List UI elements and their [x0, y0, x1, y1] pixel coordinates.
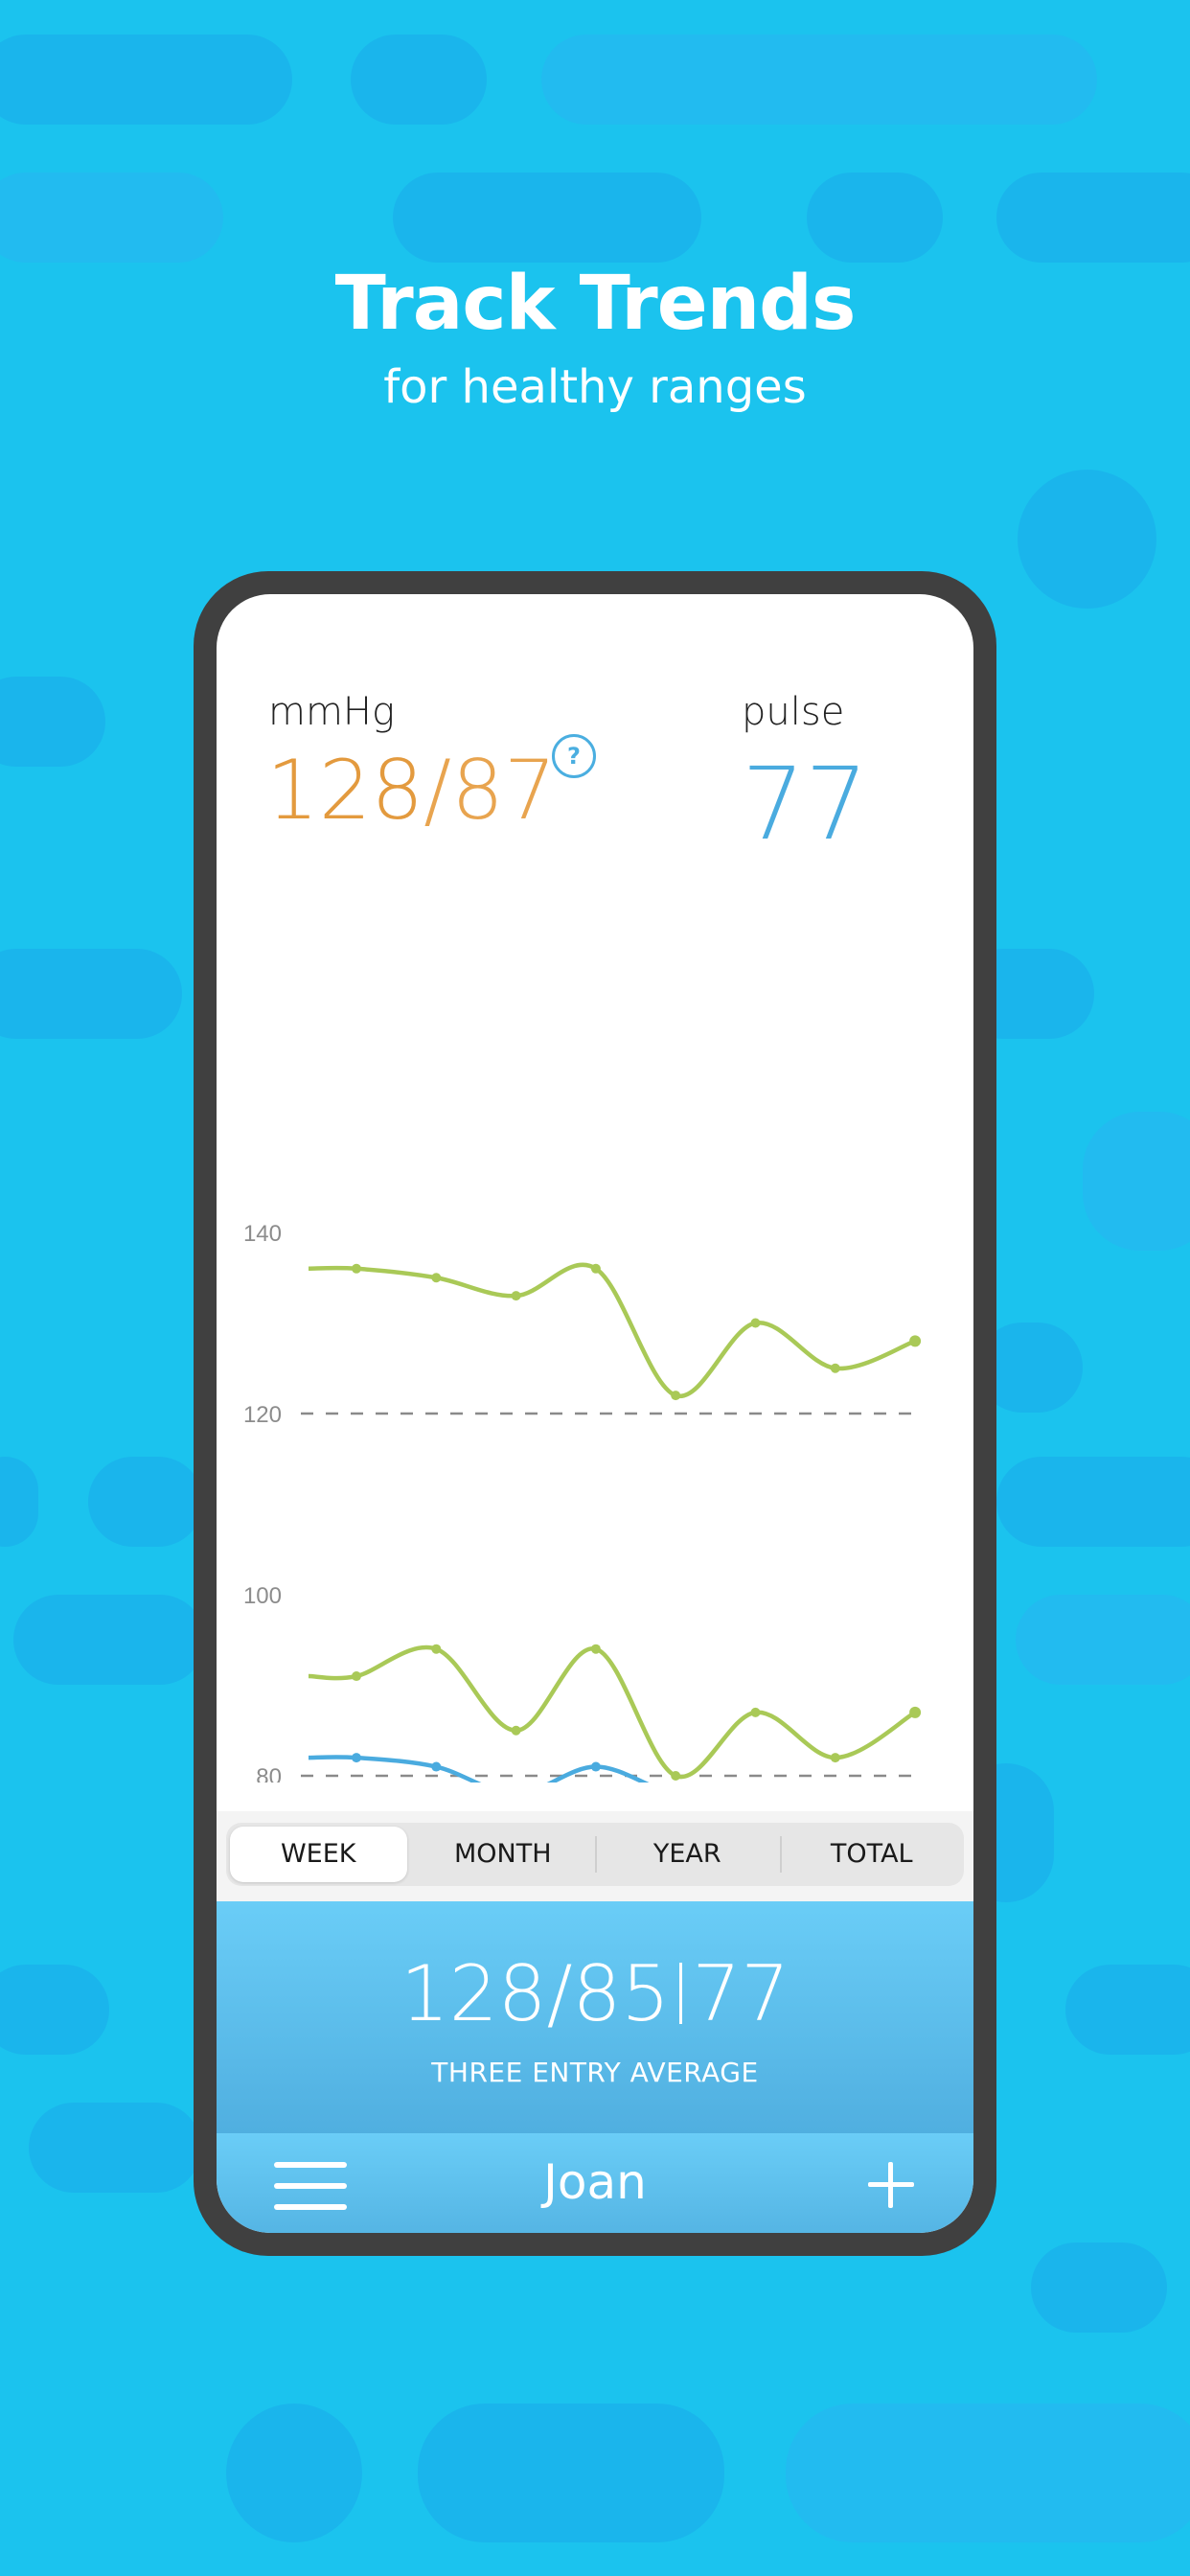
diastolic-value: 87	[451, 743, 557, 839]
pulse-line	[308, 1755, 650, 1782]
systolic-value: 128	[266, 743, 424, 839]
diastolic-point[interactable]	[909, 1706, 922, 1718]
bg-shape	[13, 1595, 205, 1685]
bp-unit-label: mmHg	[268, 690, 396, 734]
help-icon[interactable]: ?	[552, 734, 596, 778]
y-tick-80: 80	[256, 1764, 282, 1782]
period-selector-bar: WEEK MONTH YEAR TOTAL	[217, 1811, 973, 1901]
bg-shape	[0, 1965, 109, 2055]
bg-shape	[1083, 1112, 1190, 1251]
diastolic-line	[308, 1644, 917, 1780]
app-screen: mmHg pulse 128/87 ? 77 140 120 100 80 WE…	[217, 594, 973, 2233]
bottom-bar: Joan	[217, 2133, 973, 2233]
systolic-point[interactable]	[671, 1391, 681, 1401]
systolic-point[interactable]	[511, 1291, 521, 1301]
y-tick-120: 120	[243, 1402, 282, 1428]
tab-divider	[595, 1836, 597, 1873]
bg-shape	[1016, 1595, 1190, 1685]
bg-shape	[1018, 470, 1156, 609]
tab-month[interactable]: MONTH	[411, 1823, 596, 1886]
average-value: 128/85 77	[217, 1949, 973, 2038]
systolic-point[interactable]	[352, 1263, 361, 1274]
pulse-label: pulse	[742, 690, 845, 734]
tab-divider	[779, 1836, 782, 1873]
bg-shape	[0, 949, 182, 1039]
trend-chart: 140 120 100 80	[243, 1221, 922, 1782]
pulse-value: 77	[742, 746, 869, 862]
systolic-point[interactable]	[750, 1318, 761, 1328]
bg-shape	[996, 1457, 1190, 1547]
diastolic-point[interactable]	[431, 1644, 442, 1654]
bg-shape	[0, 172, 223, 263]
diastolic-point[interactable]	[352, 1671, 361, 1682]
diastolic-point[interactable]	[671, 1771, 681, 1781]
bg-shape	[996, 172, 1190, 263]
blood-pressure-reading: 128/87	[266, 743, 557, 839]
average-caption: THREE ENTRY AVERAGE	[431, 2057, 759, 2088]
tab-week[interactable]: WEEK	[230, 1827, 407, 1882]
pulse-point[interactable]	[590, 1761, 601, 1772]
average-pulse: 77	[692, 1949, 790, 2038]
user-name[interactable]: Joan	[217, 2154, 973, 2210]
bp-slash: /	[423, 743, 452, 839]
y-tick-140: 140	[243, 1221, 282, 1247]
pulse-point[interactable]	[431, 1761, 442, 1772]
tab-year[interactable]: YEAR	[595, 1823, 780, 1886]
plus-icon[interactable]	[868, 2162, 914, 2208]
y-tick-100: 100	[243, 1583, 282, 1609]
bg-shape	[1031, 2242, 1167, 2333]
diastolic-point[interactable]	[511, 1725, 521, 1736]
systolic-point[interactable]	[830, 1363, 840, 1373]
bg-shape	[786, 2404, 1190, 2542]
diastolic-point[interactable]	[590, 1644, 601, 1654]
phone-frame: mmHg pulse 128/87 ? 77 140 120 100 80 WE…	[194, 571, 996, 2256]
systolic-point[interactable]	[909, 1335, 922, 1347]
bg-shape	[0, 677, 105, 767]
bg-shape	[807, 172, 943, 263]
bg-shape	[29, 2103, 201, 2193]
headline-title: Track Trends	[334, 261, 857, 347]
pulse-point[interactable]	[352, 1753, 361, 1763]
bg-shape	[541, 34, 1097, 125]
headline-subtitle: for healthy ranges	[383, 360, 807, 414]
period-segmented-control: WEEK MONTH YEAR TOTAL	[226, 1823, 964, 1886]
average-separator	[679, 1963, 683, 2024]
tab-total[interactable]: TOTAL	[780, 1823, 965, 1886]
systolic-point[interactable]	[590, 1263, 601, 1274]
bg-shape	[351, 34, 487, 125]
average-diastolic: 85	[572, 1949, 671, 2038]
bg-shape	[418, 2404, 724, 2542]
systolic-point[interactable]	[431, 1273, 442, 1283]
diastolic-point[interactable]	[830, 1753, 840, 1763]
bg-shape	[0, 1457, 38, 1547]
bg-shape	[226, 2404, 362, 2542]
bg-shape	[1065, 1965, 1190, 2055]
bg-shape	[88, 1457, 203, 1547]
average-slash: /	[546, 1949, 573, 2038]
average-systolic: 128	[400, 1949, 547, 2038]
systolic-line	[308, 1262, 916, 1398]
bg-shape	[393, 172, 701, 263]
diastolic-point[interactable]	[750, 1707, 761, 1717]
average-panel: 128/85 77 THREE ENTRY AVERAGE	[217, 1901, 973, 2133]
bg-shape	[0, 34, 292, 125]
